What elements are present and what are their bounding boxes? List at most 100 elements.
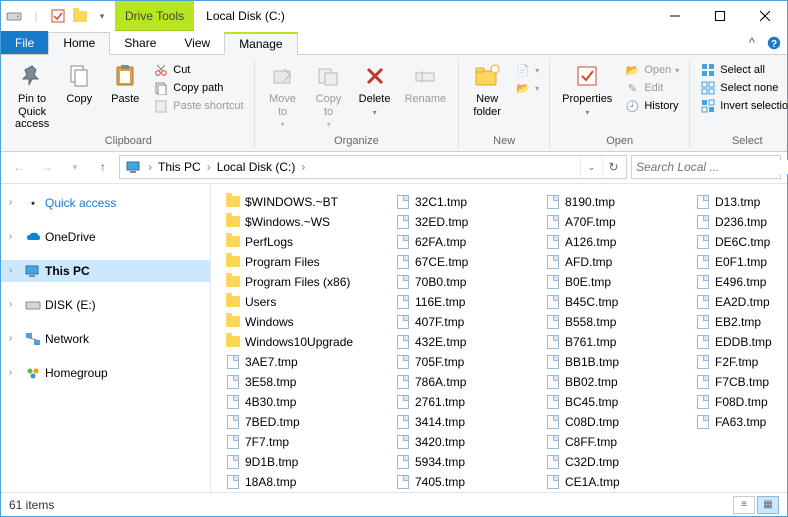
maximize-button[interactable] xyxy=(697,1,742,31)
file-list[interactable]: $WINDOWS.~BT$Windows.~WSPerfLogsProgram … xyxy=(211,184,787,492)
file-item[interactable]: 8190.tmp xyxy=(543,192,683,212)
folder-item[interactable]: $Windows.~WS xyxy=(223,212,383,232)
tab-file[interactable]: File xyxy=(1,31,48,54)
move-to-button[interactable]: Move to▾ xyxy=(261,59,305,131)
file-item[interactable]: C8FF.tmp xyxy=(543,432,683,452)
refresh-button[interactable]: ↻ xyxy=(602,156,624,178)
delete-button[interactable]: Delete▾ xyxy=(353,59,397,119)
breadcrumb-drive[interactable]: Local Disk (C:) xyxy=(213,160,300,174)
file-item[interactable]: 7BED.tmp xyxy=(223,412,383,432)
history-button[interactable]: 🕘History xyxy=(620,97,683,115)
paste-shortcut-button[interactable]: Paste shortcut xyxy=(149,97,247,115)
file-item[interactable]: B45C.tmp xyxy=(543,292,683,312)
ribbon-collapse-icon[interactable]: ^ xyxy=(749,35,755,50)
properties-button[interactable]: Properties▾ xyxy=(556,59,618,119)
file-item[interactable]: D236.tmp xyxy=(693,212,787,232)
file-item[interactable]: 7405.tmp xyxy=(393,472,533,492)
folder-item[interactable]: Windows10Upgrade xyxy=(223,332,383,352)
sidebar-item-quick-access[interactable]: ›⋆Quick access xyxy=(1,192,210,214)
folder-item[interactable]: PerfLogs xyxy=(223,232,383,252)
new-folder-qat-icon[interactable] xyxy=(71,7,89,25)
sidebar-item-homegroup[interactable]: ›Homegroup xyxy=(1,362,210,384)
up-button[interactable]: ↑ xyxy=(91,155,115,179)
tab-home[interactable]: Home xyxy=(48,32,110,55)
file-item[interactable]: 2761.tmp xyxy=(393,392,533,412)
file-item[interactable]: EB2.tmp xyxy=(693,312,787,332)
paste-button[interactable]: Paste xyxy=(103,59,147,108)
file-item[interactable]: 32ED.tmp xyxy=(393,212,533,232)
file-item[interactable]: EA2D.tmp xyxy=(693,292,787,312)
copy-button[interactable]: Copy xyxy=(57,59,101,108)
search-input[interactable] xyxy=(636,160,788,174)
file-item[interactable]: B0E.tmp xyxy=(543,272,683,292)
file-item[interactable]: 116E.tmp xyxy=(393,292,533,312)
file-item[interactable]: AFD.tmp xyxy=(543,252,683,272)
file-item[interactable]: 32C1.tmp xyxy=(393,192,533,212)
new-item-button[interactable]: 📄▾ xyxy=(511,61,543,79)
sidebar-item-disk-e[interactable]: ›DISK (E:) xyxy=(1,294,210,316)
address-bar[interactable]: › This PC › Local Disk (C:) › ⌄ ↻ xyxy=(119,155,627,179)
recent-locations-icon[interactable]: ▾ xyxy=(63,155,87,179)
navigation-pane[interactable]: ›⋆Quick access ›OneDrive ›This PC ›DISK … xyxy=(1,184,211,492)
breadcrumb-pc-icon[interactable] xyxy=(122,160,146,174)
file-item[interactable]: B558.tmp xyxy=(543,312,683,332)
file-item[interactable]: 9D1B.tmp xyxy=(223,452,383,472)
sidebar-item-this-pc[interactable]: ›This PC xyxy=(1,260,210,282)
breadcrumb-sep-icon[interactable]: › xyxy=(146,160,154,174)
open-button[interactable]: 📂Open▾ xyxy=(620,61,683,79)
file-item[interactable]: A70F.tmp xyxy=(543,212,683,232)
file-item[interactable]: 3414.tmp xyxy=(393,412,533,432)
sidebar-item-network[interactable]: ›Network xyxy=(1,328,210,350)
close-button[interactable] xyxy=(742,1,787,31)
tab-share[interactable]: Share xyxy=(110,31,170,54)
copy-path-button[interactable]: Copy path xyxy=(149,79,247,97)
file-item[interactable]: FA63.tmp xyxy=(693,412,787,432)
new-folder-button[interactable]: New folder xyxy=(465,59,509,120)
file-item[interactable]: F08D.tmp xyxy=(693,392,787,412)
file-item[interactable]: DE6C.tmp xyxy=(693,232,787,252)
details-view-button[interactable]: ≡ xyxy=(733,496,755,514)
help-icon[interactable]: ? xyxy=(767,36,781,50)
file-item[interactable]: B761.tmp xyxy=(543,332,683,352)
file-item[interactable]: C08D.tmp xyxy=(543,412,683,432)
file-item[interactable]: EDDB.tmp xyxy=(693,332,787,352)
edit-button[interactable]: ✎Edit xyxy=(620,79,683,97)
rename-button[interactable]: Rename xyxy=(399,59,453,108)
search-box[interactable]: 🔍 xyxy=(631,155,781,179)
invert-selection-button[interactable]: Invert selection xyxy=(696,97,788,115)
file-item[interactable]: 70B0.tmp xyxy=(393,272,533,292)
icons-view-button[interactable]: ▦ xyxy=(757,496,779,514)
file-item[interactable]: BB1B.tmp xyxy=(543,352,683,372)
breadcrumb-sep-icon[interactable]: › xyxy=(299,160,307,174)
address-dropdown-icon[interactable]: ⌄ xyxy=(580,156,602,178)
file-item[interactable]: 705F.tmp xyxy=(393,352,533,372)
file-item[interactable]: 786A.tmp xyxy=(393,372,533,392)
sidebar-item-onedrive[interactable]: ›OneDrive xyxy=(1,226,210,248)
breadcrumb-this-pc[interactable]: This PC xyxy=(154,160,205,174)
file-item[interactable]: F7CB.tmp xyxy=(693,372,787,392)
file-item[interactable]: E496.tmp xyxy=(693,272,787,292)
file-item[interactable]: 67CE.tmp xyxy=(393,252,533,272)
folder-item[interactable]: Program Files (x86) xyxy=(223,272,383,292)
properties-qat-icon[interactable] xyxy=(49,7,67,25)
file-item[interactable]: E0F1.tmp xyxy=(693,252,787,272)
breadcrumb-sep-icon[interactable]: › xyxy=(205,160,213,174)
file-item[interactable]: 4B30.tmp xyxy=(223,392,383,412)
copy-to-button[interactable]: Copy to▾ xyxy=(307,59,351,131)
file-item[interactable]: 3AE7.tmp xyxy=(223,352,383,372)
file-item[interactable]: 432E.tmp xyxy=(393,332,533,352)
file-item[interactable]: C32D.tmp xyxy=(543,452,683,472)
file-item[interactable]: 407F.tmp xyxy=(393,312,533,332)
tab-manage[interactable]: Manage xyxy=(224,32,297,55)
file-item[interactable]: 3420.tmp xyxy=(393,432,533,452)
file-item[interactable]: A126.tmp xyxy=(543,232,683,252)
pin-quick-access-button[interactable]: Pin to Quick access xyxy=(9,59,55,133)
file-item[interactable]: D13.tmp xyxy=(693,192,787,212)
folder-item[interactable]: Windows xyxy=(223,312,383,332)
file-item[interactable]: 5934.tmp xyxy=(393,452,533,472)
file-item[interactable]: 18A8.tmp xyxy=(223,472,383,492)
file-item[interactable]: BB02.tmp xyxy=(543,372,683,392)
cut-button[interactable]: Cut xyxy=(149,61,247,79)
back-button[interactable]: ← xyxy=(7,155,31,179)
qat-dropdown-icon[interactable]: ▾ xyxy=(93,7,111,25)
